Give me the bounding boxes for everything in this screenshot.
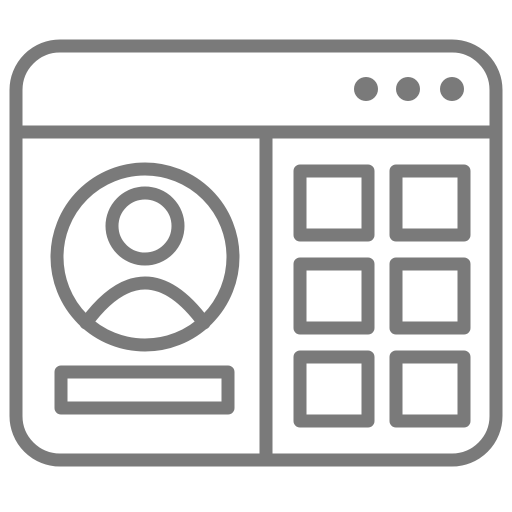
grid-tile-6 (389, 350, 471, 428)
avatar-shoulders (79, 276, 211, 330)
grid-tile-2 (389, 164, 471, 242)
avatar-head (105, 186, 185, 266)
window-dot-3 (440, 77, 464, 101)
window-frame (9, 39, 503, 467)
grid-tile-5 (293, 350, 375, 428)
window-dot-1 (354, 77, 378, 101)
name-placeholder-bar (54, 365, 235, 415)
user-avatar-icon (50, 162, 240, 352)
grid-tile-3 (293, 257, 375, 335)
grid-tile-4 (389, 257, 471, 335)
profile-window-icon (9, 39, 503, 467)
window-dot-2 (396, 77, 420, 101)
grid-tile-1 (293, 164, 375, 242)
grid-panel (293, 164, 471, 428)
icon-canvas (0, 0, 512, 512)
window-controls (354, 77, 464, 101)
profile-panel (50, 162, 240, 415)
